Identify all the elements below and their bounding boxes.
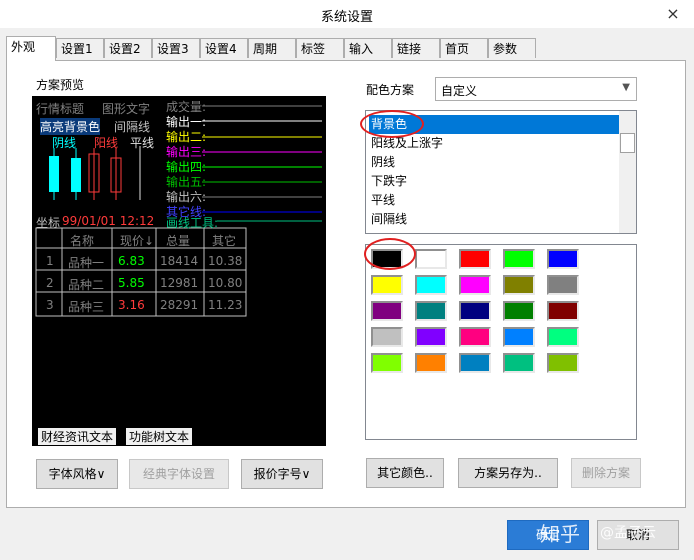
table-row-3-other: 11.23 (208, 298, 243, 312)
tab-params[interactable]: 参数 (488, 38, 536, 58)
color-swatch[interactable] (415, 353, 447, 373)
font-style-button[interactable]: 字体风格∨ (36, 459, 118, 489)
annotation-circle-list (360, 110, 424, 138)
table-row-2-volume: 12981 (160, 276, 199, 290)
color-swatch[interactable] (547, 275, 579, 295)
tab-label[interactable]: 标签 (296, 38, 344, 58)
color-swatch[interactable] (547, 353, 579, 373)
yin-candle-1 (49, 156, 59, 192)
function-tree-text-sample: 功能树文本 (126, 428, 193, 445)
finance-text-sample: 财经资讯文本 (38, 428, 117, 445)
table-header-volume: 总量 (166, 234, 191, 248)
preview-coord-label: 坐标 (36, 216, 61, 230)
color-swatch[interactable] (459, 353, 491, 373)
color-scheme-label: 配色方案 (366, 83, 415, 97)
table-row-2-price: 5.85 (118, 276, 145, 290)
list-item-interval-line[interactable]: 间隔线 (369, 210, 621, 229)
color-swatch[interactable] (503, 327, 535, 347)
title-bar: 系统设置 × (0, 0, 694, 28)
color-swatch[interactable] (459, 275, 491, 295)
color-swatch[interactable] (503, 249, 535, 269)
tab-settings1[interactable]: 设置1 (56, 38, 104, 58)
table-row-2-other: 10.80 (208, 276, 243, 290)
color-swatch[interactable] (415, 249, 447, 269)
color-swatch[interactable] (371, 327, 403, 347)
tab-appearance[interactable]: 外观 (6, 36, 56, 61)
list-item-yin[interactable]: 阴线 (369, 153, 621, 172)
preview-coord-value: 99/01/01 12:12 (62, 214, 155, 228)
table-row-2-name: 品种二 (68, 278, 105, 292)
save-scheme-as-button[interactable]: 方案另存为.. (458, 458, 558, 488)
delete-scheme-button[interactable]: 删除方案 (571, 458, 641, 488)
color-scheme-select[interactable]: 自定义 ▼ (435, 77, 637, 101)
table-row-3-price: 3.16 (118, 298, 145, 312)
close-icon[interactable]: × (662, 3, 684, 25)
table-row-3-volume: 28291 (160, 298, 199, 312)
annotation-circle-swatch (364, 238, 416, 270)
preview-section-label: 方案预览 (36, 78, 85, 92)
tab-settings2[interactable]: 设置2 (104, 38, 152, 58)
table-row-1-name: 品种一 (68, 256, 105, 270)
color-swatch[interactable] (459, 327, 491, 347)
scrollbar-thumb[interactable] (620, 133, 635, 153)
tab-home[interactable]: 首页 (440, 38, 488, 58)
color-swatch[interactable] (503, 275, 535, 295)
tab-settings3[interactable]: 设置3 (152, 38, 200, 58)
table-row-1-volume: 18414 (160, 254, 199, 268)
color-swatch[interactable] (415, 301, 447, 321)
table-row-1-index: 1 (46, 254, 54, 268)
color-swatch[interactable] (415, 275, 447, 295)
table-header-other: 其它 (212, 234, 237, 248)
table-header-name: 名称 (70, 234, 95, 248)
color-swatch[interactable] (459, 301, 491, 321)
preview-draw-tool: 画线工具: (166, 216, 219, 230)
watermark-logo: 知乎 (540, 522, 580, 546)
yin-candle-2 (71, 158, 81, 192)
table-header-price: 现价↓ (120, 234, 155, 248)
classic-font-button[interactable]: 经典字体设置 (129, 459, 229, 489)
color-swatch[interactable] (547, 327, 579, 347)
table-row-2-index: 2 (46, 276, 54, 290)
color-swatch[interactable] (503, 301, 535, 321)
color-swatch[interactable] (459, 249, 491, 269)
color-swatch[interactable] (415, 327, 447, 347)
window-title: 系统设置 (320, 10, 373, 25)
other-color-button[interactable]: 其它颜色.. (366, 458, 444, 488)
list-item-yang-rise[interactable]: 阳线及上涨字 (369, 134, 621, 153)
color-scheme-value: 自定义 (441, 84, 478, 98)
watermark-user: @孟子云 (600, 525, 656, 541)
color-swatch[interactable] (371, 301, 403, 321)
table-row-3-name: 品种三 (68, 300, 105, 314)
color-swatch[interactable] (503, 353, 535, 373)
color-swatch[interactable] (371, 275, 403, 295)
list-item-flat-line[interactable]: 平线 (369, 191, 621, 210)
table-row-1-price: 6.83 (118, 254, 145, 268)
table-row-3-index: 3 (46, 298, 54, 312)
tab-settings4[interactable]: 设置4 (200, 38, 248, 58)
quote-font-size-button[interactable]: 报价字号∨ (241, 459, 323, 489)
scheme-preview: 行情标题 图形文字 高亮背景色 间隔线 阴线 阳线 平线 成交量: 输出一: 输… (32, 96, 326, 446)
tab-link[interactable]: 链接 (392, 38, 440, 58)
color-swatch[interactable] (547, 301, 579, 321)
table-row-1-other: 10.38 (208, 254, 243, 268)
chevron-down-icon: ▼ (622, 82, 630, 93)
list-scrollbar[interactable] (619, 111, 636, 233)
list-item-fall-text[interactable]: 下跌字 (369, 172, 621, 191)
color-swatch[interactable] (547, 249, 579, 269)
color-swatch[interactable] (371, 353, 403, 373)
tab-input[interactable]: 输入 (344, 38, 392, 58)
tab-period[interactable]: 周期 (248, 38, 296, 58)
color-palette (365, 244, 637, 440)
